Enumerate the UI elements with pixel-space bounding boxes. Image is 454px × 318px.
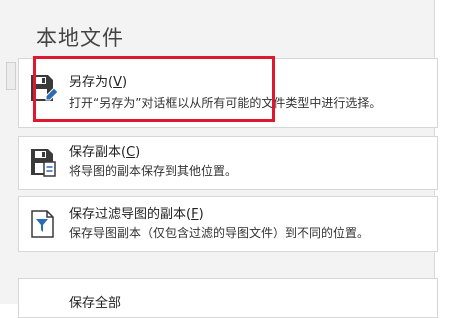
save-all-label: 保存全部	[69, 296, 122, 311]
save-filtered-copy-description: 保存导图副本（仅包含过滤的导图文件）到不同的位置。	[69, 226, 370, 240]
save-filtered-copy-icon	[29, 209, 57, 239]
save-filtered-copy-button[interactable]: 保存过滤导图的副本(F) 保存导图副本（仅包含过滤的导图文件）到不同的位置。	[18, 196, 438, 252]
section-title: 本地文件	[36, 26, 124, 50]
save-copy-button[interactable]: 保存副本(C) 将导图的副本保存到其他位置。	[18, 136, 438, 190]
save-filtered-copy-label: 保存过滤导图的副本(F)	[69, 207, 204, 222]
save-copy-icon	[29, 147, 57, 177]
highlight-box	[33, 56, 275, 122]
nav-indicator	[6, 62, 16, 90]
save-all-button[interactable]: 保存全部	[18, 278, 438, 318]
save-copy-label: 保存副本(C)	[69, 145, 141, 160]
save-copy-description: 将导图的副本保存到其他位置。	[69, 164, 238, 178]
